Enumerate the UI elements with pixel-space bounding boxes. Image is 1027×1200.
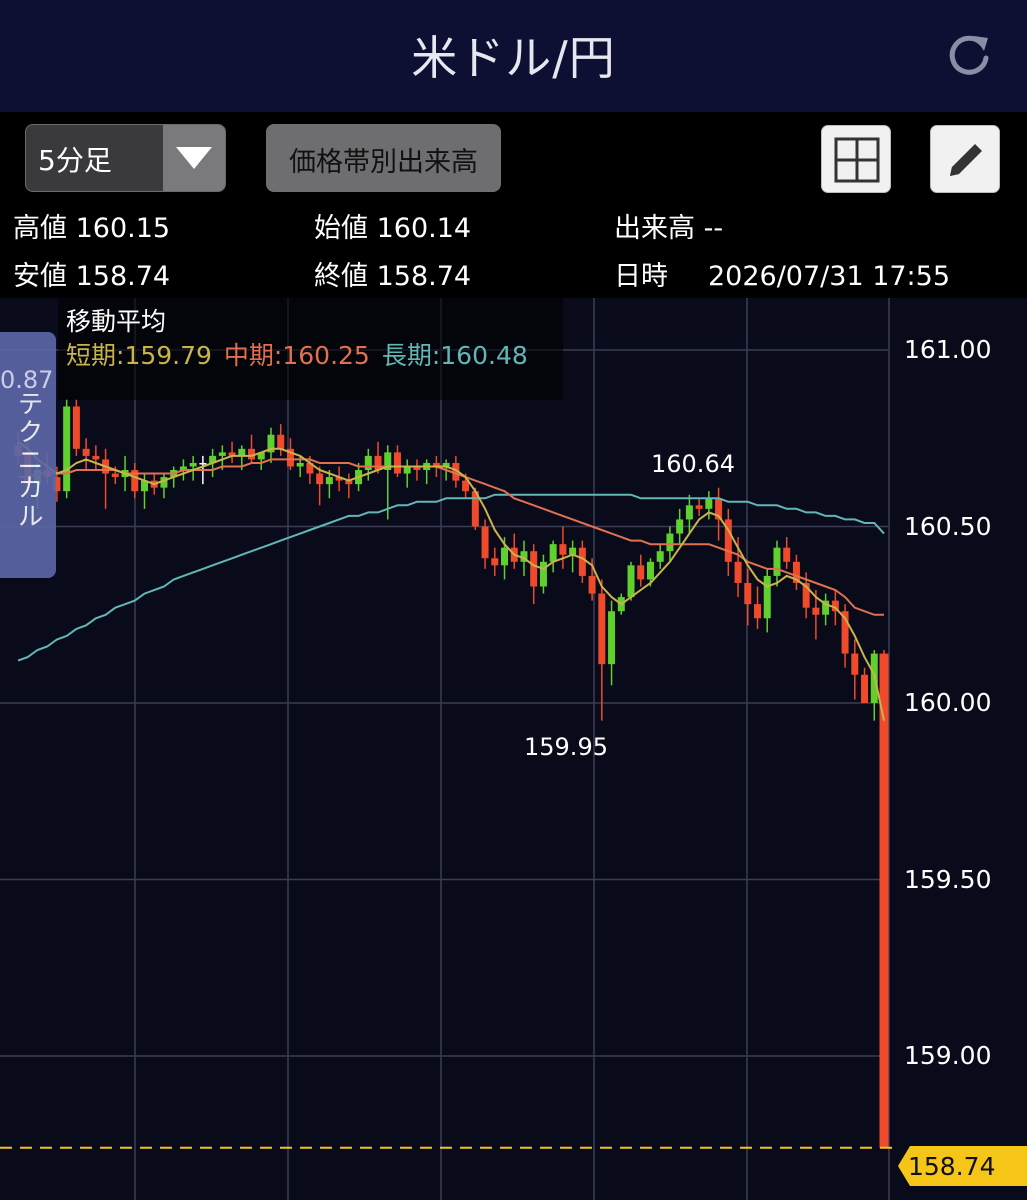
chevron-down-icon[interactable] <box>163 125 225 191</box>
high-value: 高値 160.15 <box>13 213 171 244</box>
candle-body <box>92 455 100 460</box>
volume-by-price-button[interactable]: 価格帯別出来高 <box>266 124 501 192</box>
candle-body <box>763 575 771 619</box>
candle-body <box>403 466 411 474</box>
candle-body <box>861 674 869 703</box>
page-title: 米ドル/円 <box>411 31 616 85</box>
candle-body <box>491 558 499 566</box>
candle-body <box>296 462 304 467</box>
datetime-value: 日時 2026/07/31 17:55 <box>614 261 951 292</box>
candle-body <box>277 434 285 449</box>
current-price-tag: 158.74 <box>898 1144 1027 1188</box>
ma-values: 短期:159.79 中期:160.25 長期:160.48 <box>66 336 528 372</box>
candle-body <box>773 547 781 576</box>
y-tick-label: 159.00 <box>904 1041 992 1070</box>
candle-body <box>559 544 567 555</box>
candle-body <box>218 452 226 456</box>
candle-body <box>539 561 547 587</box>
candle-body <box>666 533 674 552</box>
candle-body <box>72 406 80 449</box>
ma-title: 移動平均 <box>66 307 167 336</box>
candle-body <box>879 653 889 1148</box>
refresh-icon[interactable] <box>944 30 994 80</box>
candle-body <box>588 575 596 594</box>
candle-body <box>481 526 489 559</box>
candle-body <box>578 547 586 576</box>
candle-body <box>549 544 557 562</box>
current-price-label: 158.74 <box>908 1152 996 1181</box>
candle-body <box>82 448 90 456</box>
candle-body <box>851 653 859 675</box>
y-tick-label: 159.50 <box>904 864 992 894</box>
ma-short: 短期:159.79 <box>66 341 212 370</box>
candle-body <box>598 593 606 665</box>
candle-body <box>374 455 382 471</box>
candle-body <box>695 505 703 509</box>
candle-body <box>393 452 401 474</box>
candle-body <box>325 477 333 485</box>
candle-body <box>501 547 509 566</box>
candle-body <box>754 604 762 619</box>
candle-body <box>646 561 654 580</box>
ma-long-line <box>17 493 885 662</box>
candle-body <box>744 582 752 605</box>
candle-body <box>676 519 684 534</box>
chart-canvas[interactable] <box>0 298 1027 1200</box>
volume-value: 出来高 -- <box>614 213 724 244</box>
moving-average-legend: 移動平均 短期:159.79 中期:160.25 長期:160.48 <box>58 298 563 400</box>
candle-body <box>812 607 820 615</box>
low-value: 安値 158.74 <box>13 261 171 292</box>
candle-body <box>734 561 742 583</box>
candlestick-chart[interactable] <box>0 298 1027 1200</box>
low-annotation: 159.95 <box>524 733 608 761</box>
candle-body <box>637 565 645 580</box>
candle-body <box>63 406 71 492</box>
pencil-icon <box>950 144 982 176</box>
candle-body <box>705 498 713 509</box>
candle-body <box>364 455 372 471</box>
candle-body <box>111 473 119 478</box>
candle-body <box>685 505 693 520</box>
y-tick-label: 161.00 <box>904 335 992 364</box>
candle-body <box>199 462 207 465</box>
volume-by-price-label: 価格帯別出来高 <box>289 147 478 178</box>
timeframe-select[interactable]: 5分足 <box>25 124 226 192</box>
technical-label: テクニカル <box>13 390 43 530</box>
candle-body <box>783 547 791 562</box>
candle-body <box>608 611 616 665</box>
technical-tab[interactable]: 0.87 テクニカル <box>0 332 56 578</box>
candle-body <box>189 462 197 467</box>
ma-long: 長期:160.48 <box>381 341 528 370</box>
candle-body <box>656 551 664 562</box>
open-value: 始値 160.14 <box>314 213 472 244</box>
high-annotation: 160.64 <box>651 450 735 478</box>
app-header: 米ドル/円 <box>0 0 1027 112</box>
candle-body <box>316 473 324 485</box>
draw-button[interactable] <box>930 125 1000 193</box>
ma-mid: 中期:160.25 <box>223 341 370 370</box>
candle-body <box>627 565 635 598</box>
grid-icon <box>834 137 880 183</box>
y-tick-label: 160.00 <box>904 688 992 717</box>
timeframe-label: 5分足 <box>38 144 112 177</box>
candle-body <box>238 448 246 456</box>
close-value: 終値 158.74 <box>314 261 472 292</box>
candle-body <box>530 551 538 587</box>
y-tick-label: 160.50 <box>904 511 992 541</box>
layout-button[interactable] <box>821 125 891 193</box>
